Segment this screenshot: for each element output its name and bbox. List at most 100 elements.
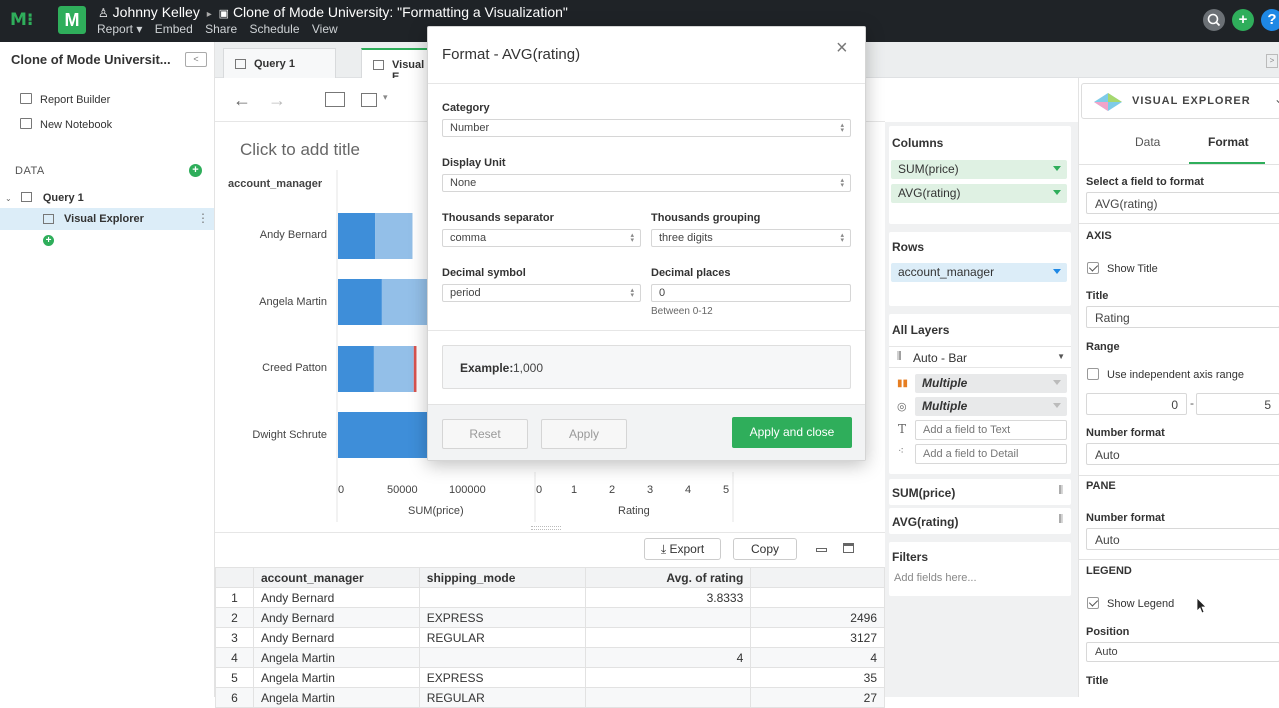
add-icon[interactable]: +	[1232, 9, 1254, 31]
collapse-panel-icon[interactable]: <	[185, 52, 207, 67]
new-notebook-link[interactable]: New Notebook	[20, 118, 112, 131]
breadcrumb-user[interactable]: Johnny Kelley	[113, 4, 200, 20]
bar-chart-icon[interactable]: ⫼	[1058, 514, 1063, 525]
show-legend-checkbox[interactable]: Show Legend	[1087, 597, 1174, 610]
mode-logo[interactable]: M⁝	[10, 10, 33, 30]
table-cell: Andy Bernard	[252, 607, 420, 628]
copy-button[interactable]: Copy	[733, 538, 797, 560]
chevron-down-icon[interactable]	[1053, 380, 1061, 385]
display-unit-select[interactable]: None ▴ ▾	[442, 174, 851, 192]
tab-data[interactable]: Data	[1135, 135, 1160, 149]
search-icon[interactable]	[1203, 9, 1225, 31]
menu-embed[interactable]: Embed	[155, 22, 193, 36]
help-icon[interactable]: ?	[1261, 9, 1279, 31]
range-max-input[interactable]: 5	[1196, 393, 1279, 415]
column-pill-avg-rating[interactable]: AVG(rating)	[891, 184, 1067, 203]
column-header[interactable]: shipping_mode	[418, 567, 586, 588]
menu-report[interactable]: Report ▾	[97, 22, 142, 36]
bar-segment[interactable]	[338, 346, 374, 392]
bar-segment[interactable]	[375, 213, 413, 259]
decimal-places-input[interactable]: 0	[651, 284, 851, 302]
maximize-icon[interactable]	[843, 543, 854, 553]
bar-chart-icon[interactable]: ⫼	[1058, 485, 1063, 496]
tab-format[interactable]: Format	[1208, 135, 1249, 149]
query-item[interactable]: ⌄ Query 1	[5, 192, 84, 204]
bar-segment[interactable]	[413, 346, 417, 392]
bar-segment[interactable]	[373, 346, 414, 392]
redo-icon[interactable]: →	[268, 90, 286, 111]
legend-position-select[interactable]: Auto	[1086, 642, 1279, 662]
chevron-down-icon[interactable]	[1053, 269, 1061, 274]
category-select[interactable]: Number ▴ ▾	[442, 119, 851, 137]
thousands-grouping-select[interactable]: three digits ▴ ▾	[651, 229, 851, 247]
more-options-icon[interactable]: ⋮	[197, 211, 209, 225]
workspace-avatar[interactable]: M	[58, 6, 86, 34]
bar-segment[interactable]	[338, 412, 438, 458]
pane-number-format-select[interactable]: Auto	[1086, 528, 1279, 550]
tab-visual-explorer[interactable]: Visual E	[361, 48, 431, 83]
layer-type-select[interactable]: ⫼ Auto - Bar ▼	[889, 346, 1071, 368]
menu-share[interactable]: Share	[205, 22, 237, 36]
decimal-symbol-select[interactable]: period ▴ ▾	[442, 284, 641, 302]
column-header[interactable]: account_manager	[252, 567, 420, 588]
undo-icon[interactable]: ←	[233, 90, 251, 111]
chevron-down-icon[interactable]	[1053, 403, 1061, 408]
menu-view[interactable]: View	[312, 22, 338, 36]
checkbox-checked-icon[interactable]	[1087, 262, 1099, 274]
menu-schedule[interactable]: Schedule	[249, 22, 299, 36]
independent-range-checkbox[interactable]: Use independent axis range	[1087, 368, 1244, 381]
visual-explorer-brand[interactable]: VISUAL EXPLORER ⌄	[1081, 83, 1279, 119]
close-icon[interactable]: ×	[836, 37, 848, 60]
range-min-input[interactable]: 0	[1086, 393, 1187, 415]
measure-sum-price[interactable]: SUM(price) ⫼	[889, 479, 1071, 505]
add-chart-icon[interactable]	[325, 92, 345, 107]
checkbox-icon[interactable]	[1087, 368, 1099, 380]
chevron-down-icon[interactable]	[1053, 166, 1061, 171]
add-visualization-icon[interactable]: +	[43, 235, 54, 246]
axis-title-input[interactable]: Rating	[1086, 306, 1279, 328]
visual-explorer-item[interactable]: Visual Explorer ⋮	[0, 208, 214, 230]
minimize-icon[interactable]	[816, 548, 827, 552]
chevron-down-icon[interactable]	[1053, 190, 1061, 195]
filters-dropzone[interactable]: Add fields here...	[894, 572, 977, 584]
show-title-checkbox[interactable]: Show Title	[1087, 262, 1158, 275]
resize-handle[interactable]	[531, 526, 561, 530]
select-field-dropdown[interactable]: AVG(rating)	[1086, 192, 1279, 214]
tab-query-1[interactable]: Query 1	[223, 48, 336, 78]
apply-button[interactable]: Apply	[541, 419, 627, 449]
chevron-down-icon[interactable]: ▾	[383, 92, 388, 103]
expand-panel-icon[interactable]: >	[1266, 54, 1278, 68]
chart-type-icon[interactable]	[361, 93, 377, 107]
table-row[interactable]: 4 Angela Martin 4 4	[215, 647, 885, 668]
column-header[interactable]	[750, 567, 885, 588]
table-row[interactable]: 6 Angela Martin REGULAR 27	[215, 687, 885, 708]
chevron-down-icon[interactable]: ⌄	[5, 194, 12, 203]
size-icon: ◎	[897, 401, 907, 413]
text-field-dropzone[interactable]: Add a field to Text	[915, 420, 1067, 440]
reset-button[interactable]: Reset	[442, 419, 528, 449]
measure-avg-rating[interactable]: AVG(rating) ⫼	[889, 508, 1071, 534]
table-row[interactable]: 5 Angela Martin EXPRESS 35	[215, 667, 885, 688]
table-row[interactable]: 3 Andy Bernard REGULAR 3127	[215, 627, 885, 648]
report-builder-link[interactable]: Report Builder	[20, 93, 110, 106]
apply-and-close-button[interactable]: Apply and close	[732, 417, 852, 448]
detail-field-dropzone[interactable]: Add a field to Detail	[915, 444, 1067, 464]
bar-segment[interactable]	[338, 213, 376, 259]
table-row[interactable]: 2 Andy Bernard EXPRESS 2496	[215, 607, 885, 628]
size-encoding-pill[interactable]: Multiple	[915, 397, 1067, 416]
add-query-icon[interactable]: +	[189, 164, 202, 177]
row-pill-account-manager[interactable]: account_manager	[891, 263, 1067, 282]
color-encoding-pill[interactable]: Multiple	[915, 374, 1067, 393]
number-format-select[interactable]: Auto	[1086, 443, 1279, 465]
table-cell	[750, 587, 885, 608]
checkbox-checked-icon[interactable]	[1087, 597, 1099, 609]
export-button[interactable]: ⤓ Export	[644, 538, 721, 560]
table-row[interactable]: 1 Andy Bernard 3.8333	[215, 587, 885, 608]
column-header[interactable]: Avg. of rating	[584, 567, 752, 588]
table-cell: 5	[215, 667, 254, 688]
column-pill-sum-price[interactable]: SUM(price)	[891, 160, 1067, 179]
bar-segment[interactable]	[338, 279, 382, 325]
thousands-separator-select[interactable]: comma ▴ ▾	[442, 229, 641, 247]
report-title[interactable]: Clone of Mode University: "Formatting a …	[233, 4, 568, 20]
axis-tick: 0	[338, 484, 345, 496]
